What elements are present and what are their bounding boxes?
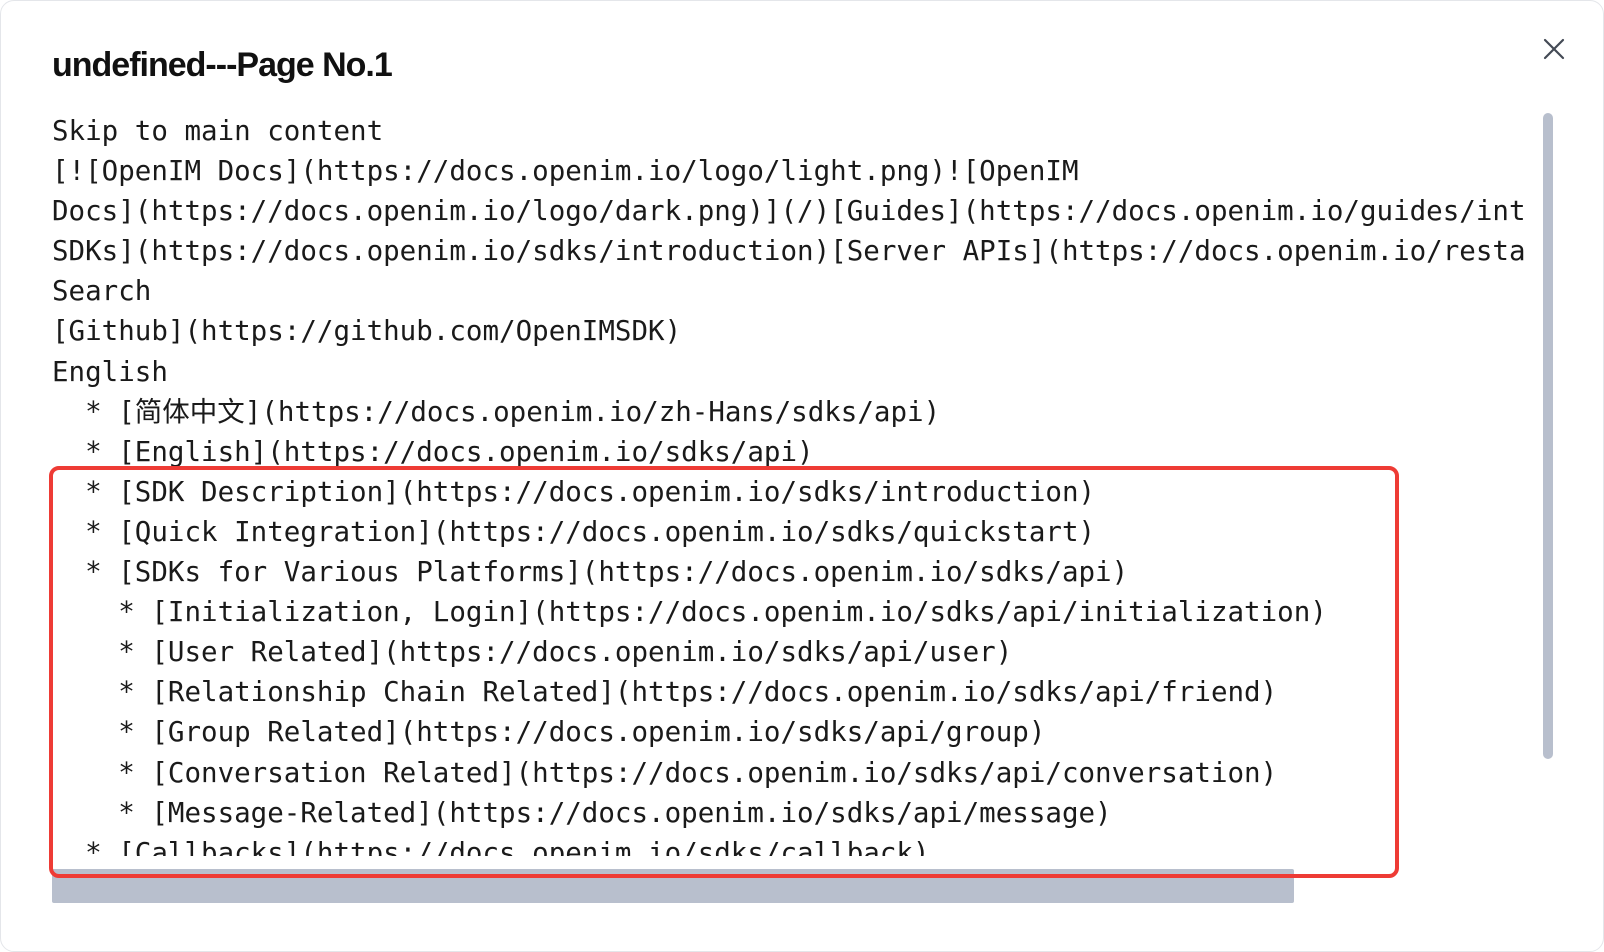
content-line: * [Message-Related](https://docs.openim.… xyxy=(52,796,1112,829)
content-line: * [Initialization, Login](https://docs.o… xyxy=(52,596,1327,629)
content-line: * [Callbacks](https://docs.openim.io/sdk… xyxy=(52,836,930,856)
vertical-scrollbar-thumb[interactable] xyxy=(1543,113,1553,759)
content-line: Docs](https://docs.openim.io/logo/dark.p… xyxy=(52,195,1526,228)
content-line: Skip to main content xyxy=(52,115,384,147)
content-line: * [Conversation Related](https://docs.op… xyxy=(52,756,1278,789)
modal-title: undefined---Page No.1 xyxy=(52,46,393,84)
close-icon xyxy=(1543,38,1565,60)
document-text-lines: Skip to main content [![OpenIM Docs](http… xyxy=(52,111,1526,856)
horizontal-scrollbar[interactable] xyxy=(52,869,1542,903)
content-line: English xyxy=(52,355,168,388)
content-line: * [English](https://docs.openim.io/sdks/… xyxy=(52,435,814,468)
content-line: [Github](https://github.com/OpenIMSDK) xyxy=(52,315,682,348)
content-line: SDKs](https://docs.openim.io/sdks/introd… xyxy=(52,235,1526,268)
content-line: [![OpenIM Docs](https://docs.openim.io/l… xyxy=(52,155,1079,188)
close-button[interactable] xyxy=(1534,29,1574,69)
content-line: * [SDKs for Various Platforms](https://d… xyxy=(52,556,1129,589)
content-line: Search xyxy=(52,275,152,308)
content-line: * [Group Related](https://docs.openim.io… xyxy=(52,716,1046,749)
content-line: * [Quick Integration](https://docs.openi… xyxy=(52,515,1096,548)
content-line: * [User Related](https://docs.openim.io/… xyxy=(52,636,1013,669)
content-line: * [Relationship Chain Related](https://d… xyxy=(52,676,1278,709)
vertical-scrollbar[interactable] xyxy=(1541,113,1555,793)
document-content-area[interactable]: Skip to main content [![OpenIM Docs](http… xyxy=(52,111,1542,856)
content-line: * [SDK Description](https://docs.openim.… xyxy=(52,475,1096,508)
content-line: * [简体中文](https://docs.openim.io/zh-Hans/… xyxy=(52,395,941,428)
horizontal-scrollbar-thumb[interactable] xyxy=(52,869,1294,903)
document-preview-modal: undefined---Page No.1 Skip to main conte… xyxy=(0,0,1604,952)
